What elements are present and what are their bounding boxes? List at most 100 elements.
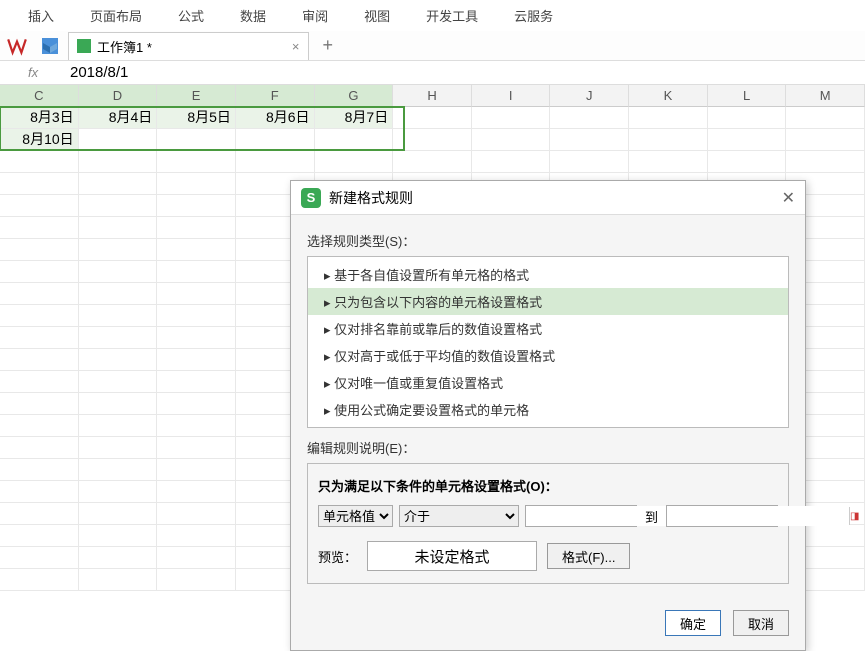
cell[interactable] — [0, 173, 79, 195]
cell[interactable] — [157, 195, 236, 217]
workbook-tab[interactable]: 工作簿1 * × — [68, 32, 309, 60]
cell[interactable] — [472, 151, 551, 173]
cell[interactable] — [79, 371, 158, 393]
cell[interactable] — [786, 151, 865, 173]
cell[interactable] — [157, 437, 236, 459]
cell[interactable] — [157, 349, 236, 371]
cell[interactable] — [157, 415, 236, 437]
cell[interactable]: 8月5日 — [157, 107, 236, 129]
cell[interactable] — [236, 151, 315, 173]
condition-operator-select[interactable]: 介于 — [399, 505, 519, 527]
cell[interactable] — [472, 129, 551, 151]
cell[interactable] — [0, 305, 79, 327]
col-D[interactable]: D — [79, 85, 158, 107]
rule-type-item[interactable]: ▸ 仅对排名靠前或靠后的数值设置格式 — [308, 315, 788, 342]
format-button[interactable]: 格式(F)... — [547, 543, 630, 569]
cell[interactable] — [0, 481, 79, 503]
condition-value1[interactable]: ◨ — [525, 505, 637, 527]
col-L[interactable]: L — [708, 85, 787, 107]
cell[interactable] — [708, 107, 787, 129]
cell[interactable] — [79, 349, 158, 371]
cell[interactable] — [786, 129, 865, 151]
cell[interactable] — [0, 371, 79, 393]
cell[interactable] — [79, 283, 158, 305]
cell[interactable] — [79, 569, 158, 591]
menu-view[interactable]: 视图 — [364, 6, 390, 25]
cell[interactable] — [550, 151, 629, 173]
cell[interactable] — [79, 261, 158, 283]
cell[interactable] — [629, 107, 708, 129]
cell[interactable] — [393, 151, 472, 173]
col-E[interactable]: E — [157, 85, 236, 107]
dialog-titlebar[interactable]: S 新建格式规则 ✕ — [291, 181, 805, 215]
cell[interactable] — [79, 239, 158, 261]
col-J[interactable]: J — [550, 85, 629, 107]
cell[interactable] — [786, 107, 865, 129]
rule-type-item[interactable]: ▸ 基于各自值设置所有单元格的格式 — [308, 261, 788, 288]
cancel-button[interactable]: 取消 — [733, 610, 789, 636]
cell[interactable] — [0, 459, 79, 481]
col-C[interactable]: C — [0, 85, 79, 107]
cell[interactable] — [79, 305, 158, 327]
cell[interactable] — [629, 151, 708, 173]
cell[interactable] — [157, 305, 236, 327]
rule-type-item[interactable]: ▸ 仅对唯一值或重复值设置格式 — [308, 369, 788, 396]
cell[interactable]: 8月7日 — [315, 107, 394, 129]
cell[interactable] — [0, 239, 79, 261]
cell[interactable] — [157, 503, 236, 525]
col-K[interactable]: K — [629, 85, 708, 107]
cell[interactable] — [157, 217, 236, 239]
cell[interactable] — [0, 437, 79, 459]
cell[interactable] — [0, 195, 79, 217]
cell[interactable] — [0, 525, 79, 547]
cell[interactable] — [79, 151, 158, 173]
cell[interactable] — [157, 481, 236, 503]
cell[interactable] — [79, 503, 158, 525]
cell[interactable] — [79, 437, 158, 459]
cell[interactable] — [157, 393, 236, 415]
cell[interactable] — [629, 129, 708, 151]
cell[interactable] — [236, 129, 315, 151]
menu-review[interactable]: 审阅 — [302, 6, 328, 25]
menu-formula[interactable]: 公式 — [178, 6, 204, 25]
cell[interactable] — [157, 525, 236, 547]
cell[interactable] — [157, 261, 236, 283]
condition-value2[interactable]: ◨ — [666, 505, 778, 527]
cell[interactable] — [708, 151, 787, 173]
cell[interactable] — [0, 151, 79, 173]
cell[interactable] — [157, 547, 236, 569]
cell[interactable] — [79, 459, 158, 481]
cell[interactable] — [157, 151, 236, 173]
cell[interactable] — [0, 261, 79, 283]
new-tab-button[interactable]: + — [323, 35, 334, 56]
cell[interactable] — [0, 503, 79, 525]
cell[interactable] — [393, 107, 472, 129]
menu-pagelayout[interactable]: 页面布局 — [90, 6, 142, 25]
value2-input[interactable] — [667, 506, 849, 526]
cell[interactable] — [0, 283, 79, 305]
cell[interactable] — [157, 283, 236, 305]
menu-data[interactable]: 数据 — [240, 6, 266, 25]
cell[interactable] — [157, 239, 236, 261]
cell[interactable] — [157, 459, 236, 481]
cell[interactable] — [79, 525, 158, 547]
cell[interactable] — [79, 327, 158, 349]
ok-button[interactable]: 确定 — [665, 610, 721, 636]
close-icon[interactable]: × — [292, 39, 300, 54]
cell[interactable]: 8月3日 — [0, 107, 79, 129]
cell[interactable] — [0, 569, 79, 591]
cell[interactable] — [708, 129, 787, 151]
col-G[interactable]: G — [315, 85, 394, 107]
menu-devtools[interactable]: 开发工具 — [426, 6, 478, 25]
col-H[interactable]: H — [393, 85, 472, 107]
cell[interactable] — [0, 415, 79, 437]
cell[interactable] — [0, 547, 79, 569]
cell[interactable] — [0, 217, 79, 239]
cell[interactable] — [550, 129, 629, 151]
cell[interactable]: 8月6日 — [236, 107, 315, 129]
col-I[interactable]: I — [472, 85, 551, 107]
cell[interactable] — [79, 415, 158, 437]
cell[interactable] — [79, 547, 158, 569]
range-picker-icon[interactable]: ◨ — [849, 507, 859, 525]
close-dialog-icon[interactable]: ✕ — [782, 188, 795, 208]
